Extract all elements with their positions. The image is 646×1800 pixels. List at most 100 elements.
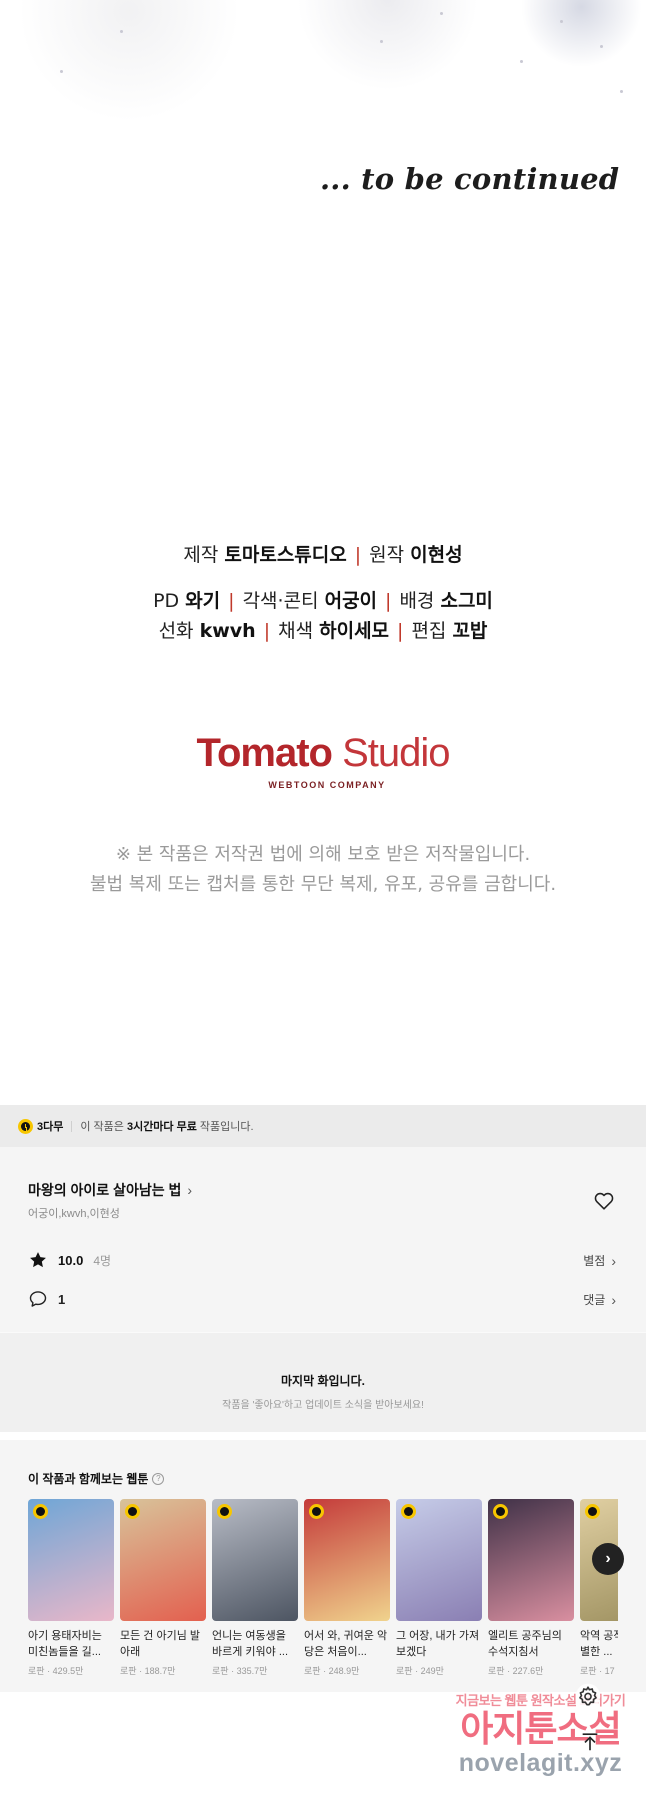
rating-row: 10.0 4명 bbox=[28, 1250, 111, 1270]
chevron-right-icon: › bbox=[611, 1291, 616, 1308]
recommend-list: 아기 용태자비는 미친놈들을 길... 로판 · 429.5만 모든 건 아기님… bbox=[28, 1499, 618, 1689]
recommend-item-meta: 로판 · 335.7만 bbox=[212, 1666, 268, 1676]
heart-icon[interactable] bbox=[593, 1190, 615, 1212]
watermark-top-text: 지금보는 웹툰 원작소설 보러가기 bbox=[455, 1693, 626, 1708]
recommend-item[interactable]: 어서 와, 귀여운 악당은 처음이... 로판 · 248.9만 bbox=[304, 1499, 390, 1677]
recommend-item-meta: 로판 · 17 bbox=[580, 1666, 615, 1676]
recommend-item[interactable]: 모든 건 아기님 발 아래 로판 · 188.7만 bbox=[120, 1499, 206, 1677]
continued-text: ... to be continued bbox=[320, 162, 620, 196]
clock-icon bbox=[493, 1504, 508, 1519]
clock-icon bbox=[18, 1118, 33, 1134]
snow-background bbox=[0, 0, 646, 140]
recommend-item-title: 모든 건 아기님 발 아래 bbox=[120, 1630, 201, 1658]
series-title: 마왕의 아이로 살아남는 법 bbox=[28, 1182, 182, 1198]
copyright-line-1: ※ 본 작품은 저작권 법에 의해 보호 받은 저작물입니다. bbox=[115, 844, 531, 865]
credits-line-1: 제작 토마토스튜디오 | 원작 이현성 bbox=[183, 544, 463, 566]
recommend-item-title: 악역 공작가의 특별한 ... bbox=[580, 1630, 618, 1658]
credit-name: 소그미 bbox=[440, 590, 493, 612]
copyright-line-2: 불법 복제 또는 캡처를 통한 무단 복제, 유포, 공유를 금합니다. bbox=[89, 874, 557, 895]
chevron-right-icon: › bbox=[605, 1550, 611, 1567]
studio-logo: Tomato Studio WEBTOON COMPANY bbox=[0, 730, 646, 790]
clock-icon bbox=[309, 1504, 324, 1519]
cover-image bbox=[304, 1499, 390, 1621]
cover-image bbox=[488, 1499, 574, 1621]
chevron-right-icon: › bbox=[611, 1252, 616, 1269]
chevron-right-icon: › bbox=[187, 1182, 193, 1198]
credit-role: 편집 bbox=[411, 620, 447, 642]
credit-name: 꼬밥 bbox=[452, 620, 488, 642]
recommend-item-meta: 로판 · 429.5만 bbox=[28, 1666, 84, 1676]
snow-dot bbox=[620, 90, 623, 93]
credit-role: 제작 bbox=[183, 544, 219, 566]
credit-role: 각색·콘티 bbox=[242, 590, 319, 612]
next-arrow-button[interactable]: › bbox=[592, 1543, 624, 1575]
divider bbox=[71, 1120, 73, 1132]
series-info-card: 마왕의 아이로 살아남는 법 › 어궁이,kwvh,이현성 10.0 4명 별점… bbox=[0, 1147, 646, 1332]
credit-name: 와기 bbox=[185, 590, 221, 612]
snow-dot bbox=[60, 70, 63, 73]
watermark: 지금보는 웹툰 원작소설 보러가기 아지툰소설 novelagit.xyz bbox=[438, 1690, 643, 1777]
clock-icon bbox=[401, 1504, 416, 1519]
clock-icon bbox=[585, 1504, 600, 1519]
episode-end-panel: ... to be continued 제작 토마토스튜디오 | 원작 이현성 PD… bbox=[0, 0, 646, 1105]
cover-image bbox=[396, 1499, 482, 1621]
last-episode-title: 마지막 화입니다. bbox=[281, 1374, 365, 1388]
credit-name: 토마토스튜디오 bbox=[224, 544, 347, 566]
credit-role: PD bbox=[153, 590, 180, 612]
recommend-item-title: 아기 용태자비는 미친놈들을 길... bbox=[28, 1630, 102, 1658]
copyright-notice: ※ 본 작품은 저작권 법에 의해 보호 받은 저작물입니다. 불법 복제 또는… bbox=[0, 840, 646, 900]
watermark-main-text: 아지툰소설 bbox=[460, 1708, 622, 1749]
snow-dot bbox=[600, 45, 603, 48]
credit-role: 선화 bbox=[158, 620, 194, 642]
comment-count: 1 bbox=[58, 1291, 66, 1307]
logo-light-text: Studio bbox=[342, 731, 450, 775]
rate-link-label: 별점 bbox=[583, 1254, 606, 1268]
recommend-item[interactable]: 엘리트 공주님의 수석지침서 로판 · 227.6만 bbox=[488, 1499, 574, 1677]
recommend-section: 이 작품과 함께보는 웹툰 ? 아기 용태자비는 미친놈들을 길... 로판 ·… bbox=[0, 1432, 646, 1692]
comment-icon bbox=[29, 1291, 47, 1307]
comment-link-label: 댓글 bbox=[583, 1293, 606, 1307]
recommend-item-meta: 로판 · 188.7만 bbox=[120, 1666, 176, 1676]
rating-value: 10.0 bbox=[58, 1252, 84, 1268]
free-badge: 3다무 bbox=[18, 1118, 63, 1134]
recommend-item[interactable]: 악역 공작가의 특별한 ... 로판 · 17 bbox=[580, 1499, 618, 1677]
credits-line-2: PD 와기 | 각색·콘티 어궁이 | 배경 소그미 bbox=[153, 590, 493, 612]
recommend-item[interactable]: 언니는 여동생을 바르게 키워야 ... 로판 · 335.7만 bbox=[212, 1499, 298, 1677]
recommend-item[interactable]: 아기 용태자비는 미친놈들을 길... 로판 · 429.5만 bbox=[28, 1499, 114, 1677]
recommend-title: 이 작품과 함께보는 웹툰 ? bbox=[28, 1470, 165, 1487]
cover-image bbox=[212, 1499, 298, 1621]
recommend-item-meta: 로판 · 248.9만 bbox=[304, 1666, 360, 1676]
credit-role: 원작 bbox=[369, 544, 405, 566]
credit-role: 배경 bbox=[399, 590, 435, 612]
recommend-item-title: 어서 와, 귀여운 악당은 처음이... bbox=[304, 1630, 388, 1658]
star-icon bbox=[30, 1252, 46, 1268]
credit-name: kwvh bbox=[199, 620, 256, 642]
snow-dot bbox=[560, 20, 563, 23]
help-icon[interactable]: ? bbox=[152, 1472, 165, 1485]
recommend-item-meta: 로판 · 227.6만 bbox=[488, 1666, 544, 1676]
rate-link[interactable]: 별점 › bbox=[583, 1252, 616, 1269]
scroll-top-icon[interactable] bbox=[579, 1731, 601, 1753]
logo-bold-text: Tomato bbox=[196, 731, 332, 775]
recommend-item[interactable]: 그 어장, 내가 가져보겠다 로판 · 249만 bbox=[396, 1499, 482, 1677]
comment-link[interactable]: 댓글 › bbox=[583, 1291, 616, 1308]
settings-gear-icon[interactable] bbox=[574, 1682, 602, 1710]
recommend-item-title: 엘리트 공주님의 수석지침서 bbox=[488, 1630, 562, 1658]
snow-dot bbox=[120, 30, 123, 33]
credit-name: 어궁이 bbox=[324, 590, 378, 612]
free-info-bar: 3다무 이 작품은 3시간마다 무료 작품입니다. bbox=[0, 1105, 646, 1147]
series-authors: 어궁이,kwvh,이현성 bbox=[28, 1208, 120, 1220]
rating-count: 4명 bbox=[93, 1253, 112, 1268]
credits: 제작 토마토스튜디오 | 원작 이현성 PD 와기 | 각색·콘티 어궁이 | 배경 소그미… bbox=[0, 540, 646, 646]
clock-icon bbox=[217, 1504, 232, 1519]
last-episode-subtitle: 작품을 '좋아요'하고 업데이트 소식을 받아보세요! bbox=[222, 1400, 424, 1411]
credit-name: 하이세모 bbox=[319, 620, 390, 642]
snow-dot bbox=[520, 60, 523, 63]
clock-icon bbox=[125, 1504, 140, 1519]
free-badge-label: 3다무 bbox=[37, 1121, 64, 1133]
credit-name: 이현성 bbox=[410, 544, 463, 566]
recommend-item-title: 그 어장, 내가 가져보겠다 bbox=[396, 1630, 480, 1658]
watermark-url: novelagit.xyz bbox=[458, 1749, 623, 1777]
cover-image bbox=[120, 1499, 206, 1621]
series-title-link[interactable]: 마왕의 아이로 살아남는 법 › bbox=[28, 1180, 192, 1200]
